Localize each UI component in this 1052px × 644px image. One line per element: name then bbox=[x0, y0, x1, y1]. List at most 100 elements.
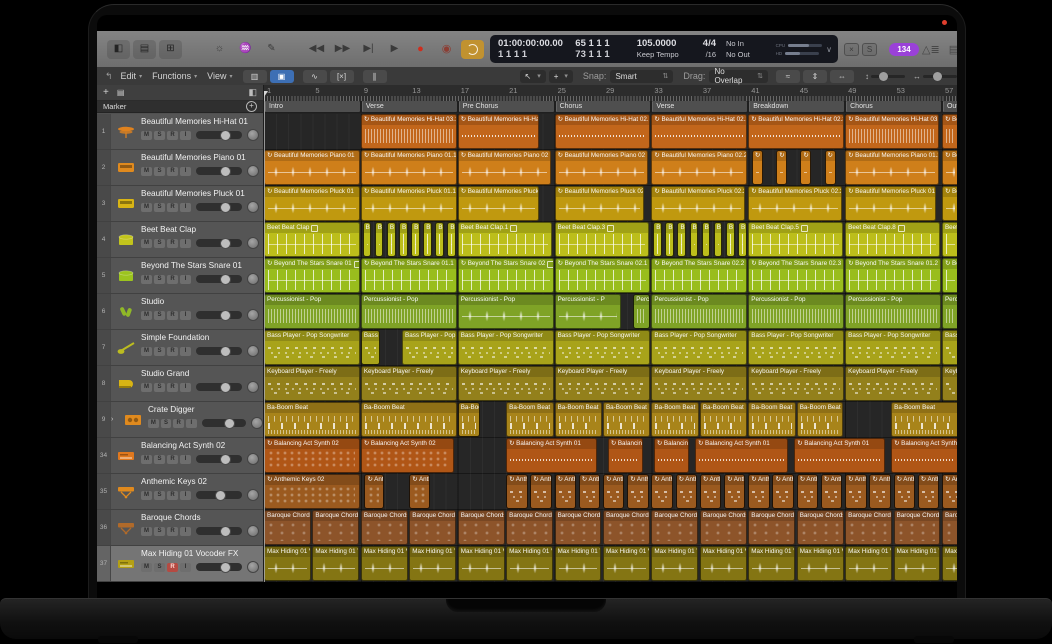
track-header-row[interactable]: 4Beet Beat ClapMSRI bbox=[97, 222, 263, 258]
region[interactable]: Beet Beat Clap.8 bbox=[845, 222, 940, 257]
solo-button[interactable]: S bbox=[154, 311, 165, 320]
input-monitor-button[interactable]: I bbox=[180, 275, 191, 284]
volume-slider[interactable] bbox=[196, 347, 242, 355]
track-name[interactable]: Simple Foundation bbox=[141, 333, 263, 343]
lcd-display[interactable]: 01:00:00:00.00 1 1 1 1 65 1 1 1 73 1 1 1… bbox=[490, 35, 838, 63]
volume-slider[interactable] bbox=[196, 167, 242, 175]
region[interactable]: Percussionist - Pop bbox=[264, 294, 360, 329]
region[interactable]: Percussionist - Pop bbox=[651, 294, 747, 329]
region[interactable]: B bbox=[363, 222, 372, 257]
region[interactable]: ↻ Anthe bbox=[748, 474, 769, 509]
region[interactable]: B bbox=[447, 222, 456, 257]
region[interactable]: Percussionist - Pop bbox=[361, 294, 457, 329]
automation-button[interactable]: ∿ bbox=[303, 70, 327, 83]
region[interactable]: Baroque Chords bbox=[942, 510, 957, 545]
mute-button[interactable]: M bbox=[148, 419, 159, 428]
region[interactable]: B bbox=[435, 222, 444, 257]
region[interactable]: Bass P bbox=[361, 330, 381, 365]
region[interactable]: Percussionist - Pop bbox=[458, 294, 554, 329]
pan-knob[interactable] bbox=[247, 561, 259, 573]
region[interactable]: ↻ Anthe bbox=[530, 474, 551, 509]
region[interactable]: Keyboard Player - Freely bbox=[845, 366, 941, 401]
sync-button[interactable]: S bbox=[862, 43, 877, 56]
track-header-row[interactable]: 1Beautiful Memories Hi-Hat 01MSRI bbox=[97, 114, 263, 150]
region[interactable]: ↻ Beautiful Memories Pluck 01.2 bbox=[845, 186, 936, 221]
solo-button[interactable]: S bbox=[154, 455, 165, 464]
mute-button[interactable]: M bbox=[141, 167, 152, 176]
marquee-button[interactable]: [×] bbox=[330, 70, 354, 83]
region[interactable]: Max Hiding 01 V bbox=[845, 546, 892, 581]
region[interactable]: B bbox=[738, 222, 747, 257]
region[interactable]: ↻ Anthe bbox=[821, 474, 842, 509]
input-monitor-button[interactable]: I bbox=[180, 563, 191, 572]
region[interactable]: B bbox=[399, 222, 408, 257]
region[interactable]: ↻ Anthemic Keys 02 bbox=[264, 474, 360, 509]
region[interactable]: ↻ Anthe bbox=[651, 474, 672, 509]
mute-button[interactable]: M bbox=[141, 239, 152, 248]
region[interactable]: Keyboard Player - Freely bbox=[748, 366, 844, 401]
pencil-button[interactable]: ✎ bbox=[260, 40, 283, 59]
region[interactable]: ↻ Beautiful Memories Pluck 01 bbox=[264, 186, 360, 221]
region[interactable]: Baroque Chords bbox=[458, 510, 505, 545]
region[interactable]: Percussionist - Pop bbox=[748, 294, 844, 329]
quick-help-button[interactable]: ⊞ bbox=[159, 40, 182, 59]
track-header-row[interactable]: 2Beautiful Memories Piano 01MSRI bbox=[97, 150, 263, 186]
mute-button[interactable]: M bbox=[141, 455, 152, 464]
record-enable-button[interactable]: R bbox=[167, 383, 178, 392]
input-monitor-button[interactable]: I bbox=[180, 203, 191, 212]
regions-grid[interactable]: ↻ Beautiful Memories Hi-Hat 03.1 ↻ Beauti… bbox=[264, 114, 957, 582]
region[interactable]: ↻ Beautiful Memories Hi-Hat 02.1 bbox=[555, 114, 651, 149]
solo-button[interactable]: S bbox=[154, 383, 165, 392]
region[interactable]: Ba-Boom Beat bbox=[651, 402, 698, 437]
track-name[interactable]: Balancing Act Synth 02 bbox=[141, 441, 263, 451]
playhead-handle[interactable] bbox=[264, 91, 268, 97]
region[interactable]: ↻ Beyond The Stars Snare 01.2 bbox=[845, 258, 941, 293]
region[interactable]: ↻ Anthe bbox=[603, 474, 624, 509]
region[interactable]: Ba-Boom Beat bbox=[555, 402, 602, 437]
region[interactable]: ↻ Beautiful Memories Hi-Hat 03.1 bbox=[361, 114, 457, 149]
region[interactable]: Bass Player - Pop So bbox=[402, 330, 457, 365]
mute-button[interactable]: M bbox=[141, 347, 152, 356]
disclosure-icon[interactable]: › bbox=[111, 402, 118, 437]
region[interactable]: B bbox=[387, 222, 396, 257]
region[interactable]: Max Hiding 01 V bbox=[312, 546, 359, 581]
pan-knob[interactable] bbox=[247, 525, 259, 537]
volume-slider[interactable] bbox=[196, 203, 242, 211]
input-monitor-button[interactable]: I bbox=[180, 239, 191, 248]
region[interactable]: Ba-Boom Beat bbox=[506, 402, 553, 437]
input-monitor-button[interactable]: I bbox=[180, 455, 191, 464]
region[interactable]: Keyboard Player - Freely bbox=[555, 366, 651, 401]
view-menu[interactable]: View▾ bbox=[207, 71, 232, 81]
solo-button[interactable]: S bbox=[154, 527, 165, 536]
arrangement-marker[interactable]: Chorus bbox=[556, 101, 651, 112]
loop-browser-icon[interactable]: △ bbox=[922, 43, 930, 56]
pan-knob[interactable] bbox=[247, 165, 259, 177]
bar-ruler[interactable]: 159131721252933374145495357 bbox=[264, 85, 957, 102]
region[interactable]: ↻ Anthe bbox=[894, 474, 915, 509]
region[interactable]: Max Hiding 01 V bbox=[700, 546, 747, 581]
region[interactable]: ↻ Beautiful Memories Piano 02 bbox=[555, 150, 648, 185]
track-name[interactable]: Baroque Chords bbox=[141, 513, 263, 523]
add-track-button[interactable]: + bbox=[103, 87, 109, 98]
record-enable-button[interactable]: R bbox=[167, 239, 178, 248]
region[interactable]: ↻ Anthe bbox=[409, 474, 430, 509]
input-monitor-button[interactable]: I bbox=[180, 527, 191, 536]
arrangement-marker[interactable]: Breakdown bbox=[749, 101, 844, 112]
pan-knob[interactable] bbox=[247, 453, 259, 465]
region[interactable]: Baroque Chords bbox=[894, 510, 941, 545]
region[interactable]: Keyboard Player - Freely bbox=[264, 366, 360, 401]
region[interactable]: B bbox=[726, 222, 735, 257]
region[interactable]: Ba-Boo bbox=[458, 402, 480, 437]
arrangement-marker[interactable]: Outro bbox=[943, 101, 957, 112]
region[interactable]: Baroque Chords bbox=[700, 510, 747, 545]
region[interactable]: ↻ Anthe bbox=[506, 474, 527, 509]
track-name[interactable]: Studio Grand bbox=[141, 369, 263, 379]
region[interactable]: Baroque Chords bbox=[603, 510, 650, 545]
region[interactable]: ↻ Beautiful Memories Piano 01.2 bbox=[845, 150, 938, 185]
volume-slider[interactable] bbox=[196, 383, 242, 391]
record-enable-button[interactable]: R bbox=[173, 419, 184, 428]
pointer-tool-menu[interactable]: ↖▾ bbox=[520, 70, 546, 83]
track-header-row[interactable]: 7Simple FoundationMSRI bbox=[97, 330, 263, 366]
solo-button[interactable]: S bbox=[154, 131, 165, 140]
region[interactable]: ↻ Beautiful Memories Pluck 02.3 bbox=[748, 186, 841, 221]
